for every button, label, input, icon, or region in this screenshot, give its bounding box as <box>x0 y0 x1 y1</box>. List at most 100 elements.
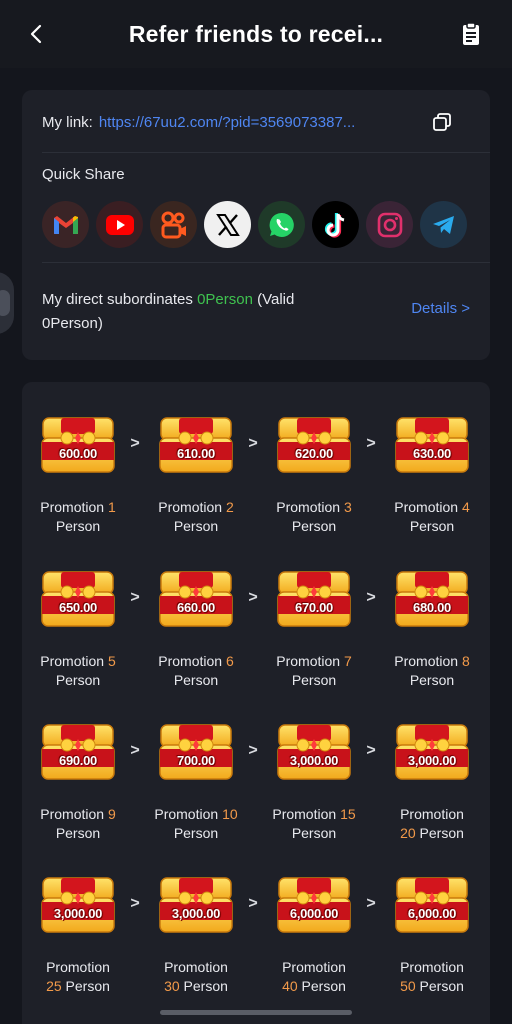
treasure-chest-icon: 3,000.00 <box>39 874 117 934</box>
person-unit: Person <box>55 825 101 841</box>
share-whatsapp-button[interactable] <box>258 201 305 248</box>
person-unit: Person <box>409 672 455 688</box>
person-unit: Person <box>419 978 464 994</box>
reward-requirement: Promotion 6 Person <box>141 652 251 690</box>
person-unit: Person <box>55 518 101 534</box>
next-tier-arrow: > <box>130 895 140 912</box>
treasure-chest-icon: 6,000.00 <box>275 874 353 934</box>
reward-amount: 3,000.00 <box>407 753 457 768</box>
person-unit: Person <box>173 518 219 534</box>
youtube-icon <box>105 214 134 235</box>
valid-count: 0Person) <box>42 315 103 332</box>
details-link[interactable]: Details > <box>411 300 470 317</box>
rewards-card: 600.00 Promotion 1 Person > 610.00 Promotion… <box>22 382 490 1024</box>
promotion-count: 30 <box>164 978 180 994</box>
next-tier-arrow: > <box>248 589 258 606</box>
next-tier-arrow: > <box>130 742 140 759</box>
promotion-label: Promotion <box>272 806 341 822</box>
reward-requirement: Promotion 40 Person <box>259 958 369 996</box>
reward-requirement: Promotion 2 Person <box>141 498 251 536</box>
person-unit: Person <box>173 672 219 688</box>
copy-icon <box>433 113 451 131</box>
clipboard-icon <box>463 22 479 45</box>
treasure-chest-icon: 650.00 <box>39 568 117 628</box>
reward-amount: 6,000.00 <box>407 906 457 921</box>
treasure-chest-icon: 610.00 <box>157 414 235 474</box>
person-unit: Person <box>291 672 337 688</box>
reward-amount: 3,000.00 <box>53 906 103 921</box>
promotion-count: 15 <box>340 806 356 822</box>
promotion-label: Promotion <box>40 653 108 669</box>
person-unit: Person <box>301 978 346 994</box>
share-instagram-button[interactable] <box>366 201 413 248</box>
reward-amount: 600.00 <box>59 446 97 461</box>
reward-requirement: Promotion 9 Person <box>23 805 133 843</box>
promotion-label: Promotion <box>394 499 462 515</box>
person-unit: Person <box>291 518 337 534</box>
referral-link[interactable]: https://67uu2.com/?pid=3569073387... <box>99 114 391 131</box>
whatsapp-icon <box>269 212 294 237</box>
reward-amount: 3,000.00 <box>171 906 221 921</box>
promotion-label: Promotion <box>154 806 223 822</box>
person-unit: Person <box>419 825 464 841</box>
next-tier-arrow: > <box>130 589 140 606</box>
reward-requirement: Promotion 50 Person <box>377 958 487 996</box>
subordinates-count: 0Person <box>197 291 253 308</box>
promotion-label: Promotion <box>158 499 226 515</box>
next-tier-arrow: > <box>248 742 258 759</box>
treasure-chest-icon: 660.00 <box>157 568 235 628</box>
person-unit: Person <box>55 672 101 688</box>
treasure-chest-icon: 3,000.00 <box>157 874 235 934</box>
treasure-chest-icon: 6,000.00 <box>393 874 471 934</box>
share-telegram-button[interactable] <box>420 201 467 248</box>
treasure-chest-icon: 630.00 <box>393 414 471 474</box>
next-tier-arrow: > <box>366 435 376 452</box>
promotion-count: 9 <box>107 806 116 822</box>
reward-requirement: Promotion 8 Person <box>377 652 487 690</box>
copy-link-button[interactable] <box>432 112 452 132</box>
promotion-count: 2 <box>225 499 234 515</box>
share-kuaishou-button[interactable] <box>150 201 197 248</box>
promotion-label: Promotion <box>282 959 346 975</box>
back-button[interactable] <box>24 22 48 46</box>
reward-amount: 3,000.00 <box>289 753 339 768</box>
person-unit: Person <box>173 825 219 841</box>
share-x-button[interactable] <box>204 201 251 248</box>
promotion-label: Promotion <box>276 499 344 515</box>
share-gmail-button[interactable] <box>42 201 89 248</box>
home-indicator <box>160 1010 352 1015</box>
telegram-icon <box>432 215 454 234</box>
instagram-icon <box>377 212 402 237</box>
reward-requirement: Promotion 4 Person <box>377 498 487 536</box>
floating-side-handle[interactable] <box>0 272 14 334</box>
reward-amount: 660.00 <box>177 600 215 615</box>
divider <box>42 262 490 263</box>
promotion-count: 8 <box>461 653 470 669</box>
next-tier-arrow: > <box>366 589 376 606</box>
share-youtube-button[interactable] <box>96 201 143 248</box>
promotion-label: Promotion <box>276 653 344 669</box>
reward-amount: 700.00 <box>177 753 215 768</box>
promotion-count: 25 <box>46 978 62 994</box>
treasure-chest-icon: 690.00 <box>39 721 117 781</box>
promotion-count: 1 <box>107 499 116 515</box>
treasure-chest-icon: 670.00 <box>275 568 353 628</box>
divider <box>42 152 490 153</box>
reward-amount: 6,000.00 <box>289 906 339 921</box>
next-tier-arrow: > <box>248 435 258 452</box>
promotion-label: Promotion <box>394 653 462 669</box>
person-unit: Person <box>291 825 337 841</box>
reward-amount: 670.00 <box>295 600 333 615</box>
quick-share-title: Quick Share <box>42 166 125 183</box>
chevron-left-icon <box>30 24 42 44</box>
treasure-chest-icon: 620.00 <box>275 414 353 474</box>
reward-requirement: Promotion 30 Person <box>141 958 251 996</box>
promotion-count: 40 <box>282 978 298 994</box>
next-tier-arrow: > <box>366 895 376 912</box>
clipboard-button[interactable] <box>462 22 486 48</box>
subordinates-label: My direct subordinates <box>42 291 198 308</box>
reward-requirement: Promotion 7 Person <box>259 652 369 690</box>
promotion-count: 10 <box>222 806 238 822</box>
share-tiktok-button[interactable] <box>312 201 359 248</box>
reward-requirement: Promotion 15 Person <box>259 805 369 843</box>
